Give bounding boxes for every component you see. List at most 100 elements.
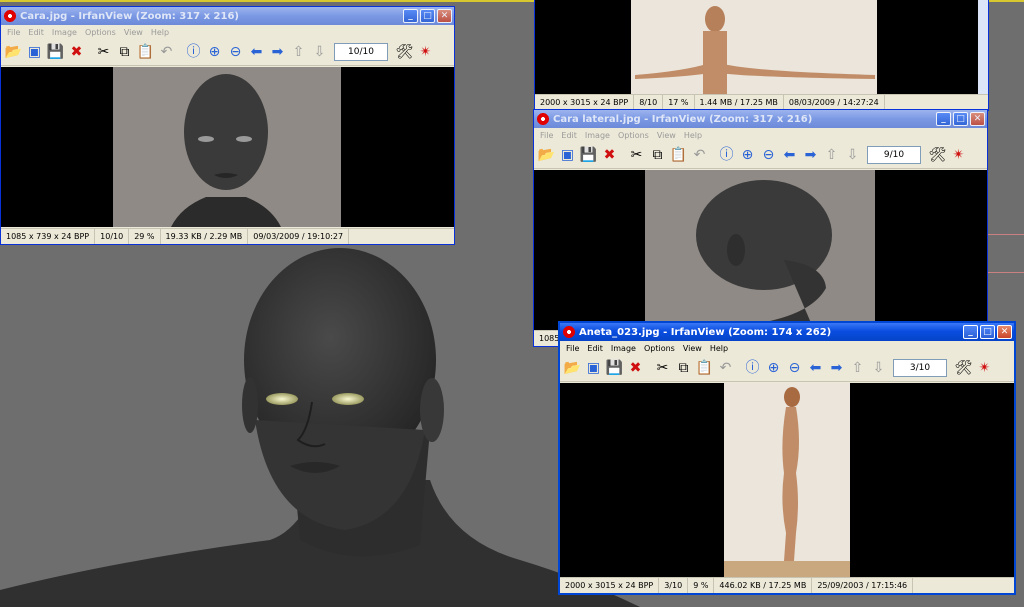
menu-file[interactable]: File: [7, 28, 20, 37]
page-number-field[interactable]: 9/10: [867, 146, 921, 164]
delete-icon[interactable]: ✖: [66, 42, 87, 63]
menu-file[interactable]: File: [566, 344, 579, 353]
menu-file[interactable]: File: [540, 131, 553, 140]
vertical-scrollbar[interactable]: [978, 0, 988, 94]
exit-icon[interactable]: ✴: [948, 145, 969, 166]
menu-view[interactable]: View: [124, 28, 143, 37]
info-icon[interactable]: ⓘ: [742, 358, 763, 379]
menu-image[interactable]: Image: [611, 344, 636, 353]
info-icon[interactable]: ⓘ: [183, 42, 204, 63]
menu-help[interactable]: Help: [710, 344, 728, 353]
slideshow-icon[interactable]: ▣: [24, 42, 45, 63]
minimize-icon[interactable]: _: [936, 112, 951, 126]
first-page-icon[interactable]: ⇧: [288, 42, 309, 63]
page-number-field[interactable]: 10/10: [334, 43, 388, 61]
zoom-in-icon[interactable]: ⊕: [204, 42, 225, 63]
open-icon[interactable]: 📂: [3, 42, 24, 63]
irfanview-app-icon[interactable]: [563, 326, 575, 338]
open-icon[interactable]: 📂: [562, 358, 583, 379]
last-page-icon[interactable]: ⇩: [868, 358, 889, 379]
menu-options[interactable]: Options: [644, 344, 675, 353]
irfanview-window-cara[interactable]: Cara.jpg - IrfanView (Zoom: 317 x 216) _…: [0, 6, 455, 245]
cut-icon[interactable]: ✂: [652, 358, 673, 379]
save-icon[interactable]: 💾: [578, 145, 599, 166]
last-page-icon[interactable]: ⇩: [842, 145, 863, 166]
copy-icon[interactable]: ⧉: [673, 358, 694, 379]
status-filesize: 19.33 KB / 2.29 MB: [161, 229, 249, 244]
next-icon[interactable]: ➡: [826, 358, 847, 379]
exit-icon[interactable]: ✴: [974, 358, 995, 379]
zoom-in-icon[interactable]: ⊕: [737, 145, 758, 166]
menu-view[interactable]: View: [657, 131, 676, 140]
minimize-icon[interactable]: _: [963, 325, 978, 339]
previous-icon[interactable]: ⬅: [779, 145, 800, 166]
irfanview-app-icon[interactable]: [537, 113, 549, 125]
slideshow-icon[interactable]: ▣: [583, 358, 604, 379]
save-icon[interactable]: 💾: [45, 42, 66, 63]
title-bar[interactable]: Aneta_023.jpg - IrfanView (Zoom: 174 x 2…: [560, 323, 1014, 341]
maximize-icon[interactable]: □: [980, 325, 995, 339]
menu-edit[interactable]: Edit: [28, 28, 44, 37]
cut-icon[interactable]: ✂: [93, 42, 114, 63]
cut-icon[interactable]: ✂: [626, 145, 647, 166]
first-page-icon[interactable]: ⇧: [821, 145, 842, 166]
close-icon[interactable]: ✕: [437, 9, 452, 23]
image-display: [1, 67, 454, 227]
status-datetime: 09/03/2009 / 19:10:27: [248, 229, 350, 244]
minimize-icon[interactable]: _: [403, 9, 418, 23]
undo-icon[interactable]: ↶: [689, 145, 710, 166]
menu-edit[interactable]: Edit: [561, 131, 577, 140]
previous-icon[interactable]: ⬅: [246, 42, 267, 63]
zoom-out-icon[interactable]: ⊖: [784, 358, 805, 379]
page-number-field[interactable]: 3/10: [893, 359, 947, 377]
slideshow-icon[interactable]: ▣: [557, 145, 578, 166]
copy-icon[interactable]: ⧉: [114, 42, 135, 63]
save-icon[interactable]: 💾: [604, 358, 625, 379]
irfanview-window-cara-lateral[interactable]: Cara lateral.jpg - IrfanView (Zoom: 317 …: [533, 109, 988, 347]
previous-icon[interactable]: ⬅: [805, 358, 826, 379]
first-page-icon[interactable]: ⇧: [847, 358, 868, 379]
info-icon[interactable]: ⓘ: [716, 145, 737, 166]
menu-image[interactable]: Image: [585, 131, 610, 140]
status-zoom: 9 %: [688, 578, 715, 593]
settings-icon[interactable]: 🛠: [394, 42, 415, 63]
delete-icon[interactable]: ✖: [599, 145, 620, 166]
exit-icon[interactable]: ✴: [415, 42, 436, 63]
close-icon[interactable]: ✕: [997, 325, 1012, 339]
next-icon[interactable]: ➡: [800, 145, 821, 166]
title-bar[interactable]: Cara.jpg - IrfanView (Zoom: 317 x 216) _…: [1, 7, 454, 25]
last-page-icon[interactable]: ⇩: [309, 42, 330, 63]
image-display: [535, 0, 978, 94]
status-index: 8/10: [634, 95, 664, 110]
undo-icon[interactable]: ↶: [156, 42, 177, 63]
settings-icon[interactable]: 🛠: [927, 145, 948, 166]
paste-icon[interactable]: 📋: [135, 42, 156, 63]
title-bar[interactable]: Cara lateral.jpg - IrfanView (Zoom: 317 …: [534, 110, 987, 128]
next-icon[interactable]: ➡: [267, 42, 288, 63]
zoom-in-icon[interactable]: ⊕: [763, 358, 784, 379]
copy-icon[interactable]: ⧉: [647, 145, 668, 166]
menu-help[interactable]: Help: [684, 131, 702, 140]
zoom-out-icon[interactable]: ⊖: [225, 42, 246, 63]
guide-line: [985, 234, 1024, 235]
open-icon[interactable]: 📂: [536, 145, 557, 166]
menu-edit[interactable]: Edit: [587, 344, 603, 353]
undo-icon[interactable]: ↶: [715, 358, 736, 379]
delete-icon[interactable]: ✖: [625, 358, 646, 379]
maximize-icon[interactable]: □: [953, 112, 968, 126]
irfanview-window-aneta[interactable]: Aneta_023.jpg - IrfanView (Zoom: 174 x 2…: [558, 321, 1016, 595]
paste-icon[interactable]: 📋: [694, 358, 715, 379]
zoom-out-icon[interactable]: ⊖: [758, 145, 779, 166]
menu-help[interactable]: Help: [151, 28, 169, 37]
menu-options[interactable]: Options: [618, 131, 649, 140]
maximize-icon[interactable]: □: [420, 9, 435, 23]
settings-icon[interactable]: 🛠: [953, 358, 974, 379]
menu-image[interactable]: Image: [52, 28, 77, 37]
paste-icon[interactable]: 📋: [668, 145, 689, 166]
menu-options[interactable]: Options: [85, 28, 116, 37]
irfanview-window-aneta-top[interactable]: 2000 x 3015 x 24 BPP 8/10 17 % 1.44 MB /…: [534, 0, 989, 111]
menu-view[interactable]: View: [683, 344, 702, 353]
irfanview-app-icon[interactable]: [4, 10, 16, 22]
close-icon[interactable]: ✕: [970, 112, 985, 126]
status-bar: 2000 x 3015 x 24 BPP 8/10 17 % 1.44 MB /…: [535, 94, 988, 110]
